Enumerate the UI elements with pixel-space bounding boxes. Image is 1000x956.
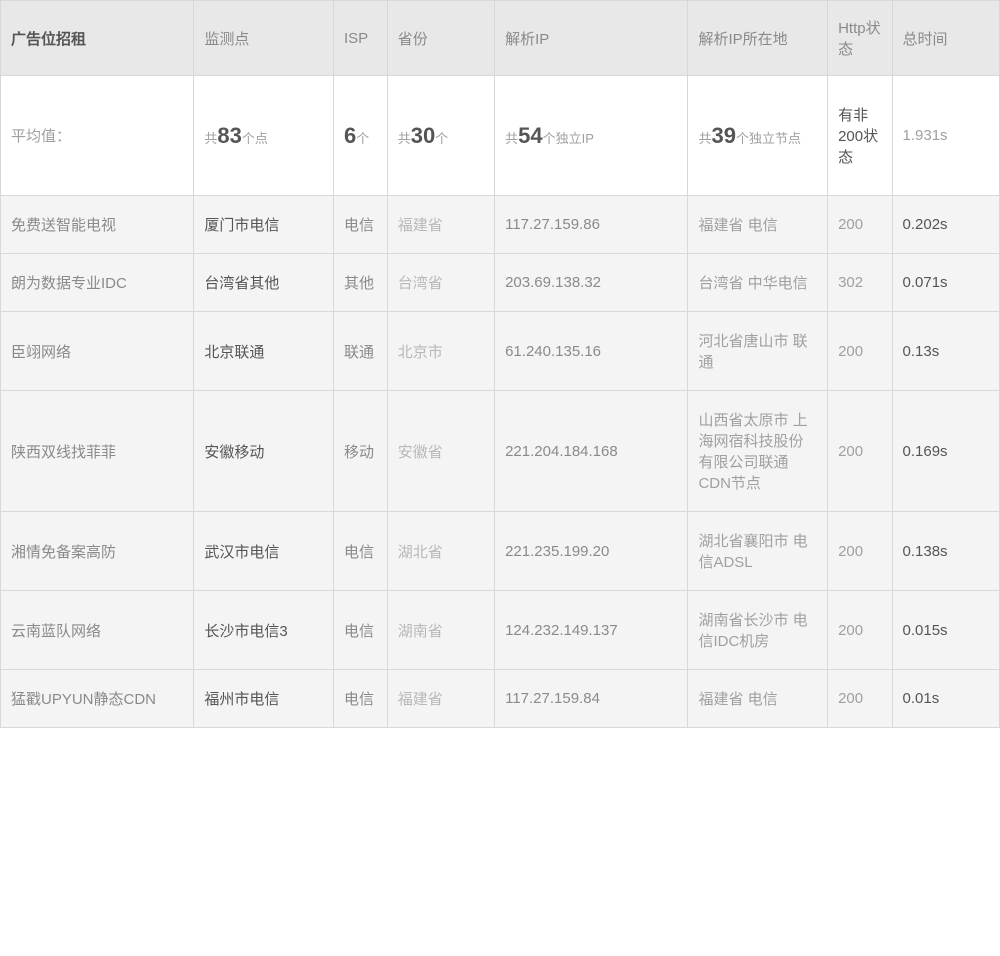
cell-isp: 电信 (333, 196, 387, 254)
summary-label: 平均值： (1, 76, 194, 196)
cell-http: 200 (828, 196, 892, 254)
cell-ip: 203.69.138.32 (495, 254, 688, 312)
summary-monitor-num: 83 (217, 123, 241, 148)
cell-isp: 电信 (333, 591, 387, 670)
table-body: 平均值： 共83个点 6个 共30个 共54个独立IP 共39个独立节点 有非2… (1, 76, 1000, 728)
cell-http: 200 (828, 312, 892, 391)
cell-ip: 124.232.149.137 (495, 591, 688, 670)
summary-ip-num: 54 (518, 123, 542, 148)
cell-ad: 免费送智能电视 (1, 196, 194, 254)
data-table: 广告位招租 监测点 ISP 省份 解析IP 解析IP所在地 Http状态 总时间… (0, 0, 1000, 728)
cell-province: 北京市 (387, 312, 494, 391)
summary-isp-suffix: 个 (356, 131, 369, 146)
cell-isp: 电信 (333, 512, 387, 591)
cell-time: 0.071s (892, 254, 999, 312)
cell-iploc: 河北省唐山市 联通 (688, 312, 828, 391)
summary-province-num: 30 (411, 123, 435, 148)
cell-ad: 臣翊网络 (1, 312, 194, 391)
cell-ip: 117.27.159.84 (495, 670, 688, 728)
cell-time: 0.015s (892, 591, 999, 670)
header-ad[interactable]: 广告位招租 (1, 1, 194, 76)
cell-ad: 朗为数据专业IDC (1, 254, 194, 312)
cell-monitor: 北京联通 (194, 312, 334, 391)
table-row: 臣翊网络北京联通联通北京市61.240.135.16河北省唐山市 联通2000.… (1, 312, 1000, 391)
cell-http: 200 (828, 391, 892, 512)
cell-http: 302 (828, 254, 892, 312)
header-monitor[interactable]: 监测点 (194, 1, 334, 76)
cell-iploc: 湖北省襄阳市 电信ADSL (688, 512, 828, 591)
cell-time: 0.169s (892, 391, 999, 512)
table-row: 陕西双线找菲菲安徽移动移动安徽省221.204.184.168山西省太原市 上海… (1, 391, 1000, 512)
summary-iploc: 共39个独立节点 (688, 76, 828, 196)
summary-row: 平均值： 共83个点 6个 共30个 共54个独立IP 共39个独立节点 有非2… (1, 76, 1000, 196)
cell-http: 200 (828, 591, 892, 670)
cell-iploc: 台湾省 中华电信 (688, 254, 828, 312)
summary-http: 有非200状态 (828, 76, 892, 196)
cell-iploc: 福建省 电信 (688, 196, 828, 254)
cell-ad: 陕西双线找菲菲 (1, 391, 194, 512)
summary-monitor-prefix: 共 (204, 131, 217, 146)
cell-province: 湖南省 (387, 591, 494, 670)
cell-province: 福建省 (387, 670, 494, 728)
cell-ip: 221.204.184.168 (495, 391, 688, 512)
cell-time: 0.202s (892, 196, 999, 254)
summary-isp-num: 6 (344, 123, 356, 148)
table-row: 免费送智能电视厦门市电信电信福建省117.27.159.86福建省 电信2000… (1, 196, 1000, 254)
header-province[interactable]: 省份 (387, 1, 494, 76)
cell-isp: 电信 (333, 670, 387, 728)
table-header-row: 广告位招租 监测点 ISP 省份 解析IP 解析IP所在地 Http状态 总时间 (1, 1, 1000, 76)
cell-province: 台湾省 (387, 254, 494, 312)
table-row: 云南蓝队网络长沙市电信3电信湖南省124.232.149.137湖南省长沙市 电… (1, 591, 1000, 670)
cell-ad: 云南蓝队网络 (1, 591, 194, 670)
summary-monitor-suffix: 个点 (242, 131, 268, 146)
summary-ip-prefix: 共 (505, 131, 518, 146)
header-iploc[interactable]: 解析IP所在地 (688, 1, 828, 76)
summary-province: 共30个 (387, 76, 494, 196)
table-row: 湘情免备案高防武汉市电信电信湖北省221.235.199.20湖北省襄阳市 电信… (1, 512, 1000, 591)
cell-ip: 117.27.159.86 (495, 196, 688, 254)
cell-isp: 其他 (333, 254, 387, 312)
cell-time: 0.138s (892, 512, 999, 591)
summary-iploc-suffix: 个独立节点 (736, 131, 801, 146)
cell-iploc: 福建省 电信 (688, 670, 828, 728)
cell-monitor: 安徽移动 (194, 391, 334, 512)
cell-http: 200 (828, 670, 892, 728)
cell-ad: 湘情免备案高防 (1, 512, 194, 591)
cell-iploc: 湖南省长沙市 电信IDC机房 (688, 591, 828, 670)
cell-isp: 移动 (333, 391, 387, 512)
summary-province-suffix: 个 (435, 131, 448, 146)
header-http[interactable]: Http状态 (828, 1, 892, 76)
table-row: 猛戳UPYUN静态CDN福州市电信电信福建省117.27.159.84福建省 电… (1, 670, 1000, 728)
cell-monitor: 武汉市电信 (194, 512, 334, 591)
summary-ip-suffix: 个独立IP (543, 131, 594, 146)
table-row: 朗为数据专业IDC台湾省其他其他台湾省203.69.138.32台湾省 中华电信… (1, 254, 1000, 312)
cell-province: 安徽省 (387, 391, 494, 512)
summary-ip: 共54个独立IP (495, 76, 688, 196)
cell-iploc: 山西省太原市 上海网宿科技股份有限公司联通CDN节点 (688, 391, 828, 512)
cell-monitor: 长沙市电信3 (194, 591, 334, 670)
cell-monitor: 台湾省其他 (194, 254, 334, 312)
cell-isp: 联通 (333, 312, 387, 391)
summary-iploc-prefix: 共 (698, 131, 711, 146)
cell-time: 0.01s (892, 670, 999, 728)
header-time[interactable]: 总时间 (892, 1, 999, 76)
summary-iploc-num: 39 (711, 123, 735, 148)
cell-ip: 221.235.199.20 (495, 512, 688, 591)
cell-ad: 猛戳UPYUN静态CDN (1, 670, 194, 728)
header-isp[interactable]: ISP (333, 1, 387, 76)
cell-province: 福建省 (387, 196, 494, 254)
summary-time: 1.931s (892, 76, 999, 196)
cell-monitor: 厦门市电信 (194, 196, 334, 254)
cell-ip: 61.240.135.16 (495, 312, 688, 391)
cell-http: 200 (828, 512, 892, 591)
summary-isp: 6个 (333, 76, 387, 196)
summary-province-prefix: 共 (398, 131, 411, 146)
summary-monitor: 共83个点 (194, 76, 334, 196)
cell-monitor: 福州市电信 (194, 670, 334, 728)
header-ip[interactable]: 解析IP (495, 1, 688, 76)
cell-province: 湖北省 (387, 512, 494, 591)
cell-time: 0.13s (892, 312, 999, 391)
